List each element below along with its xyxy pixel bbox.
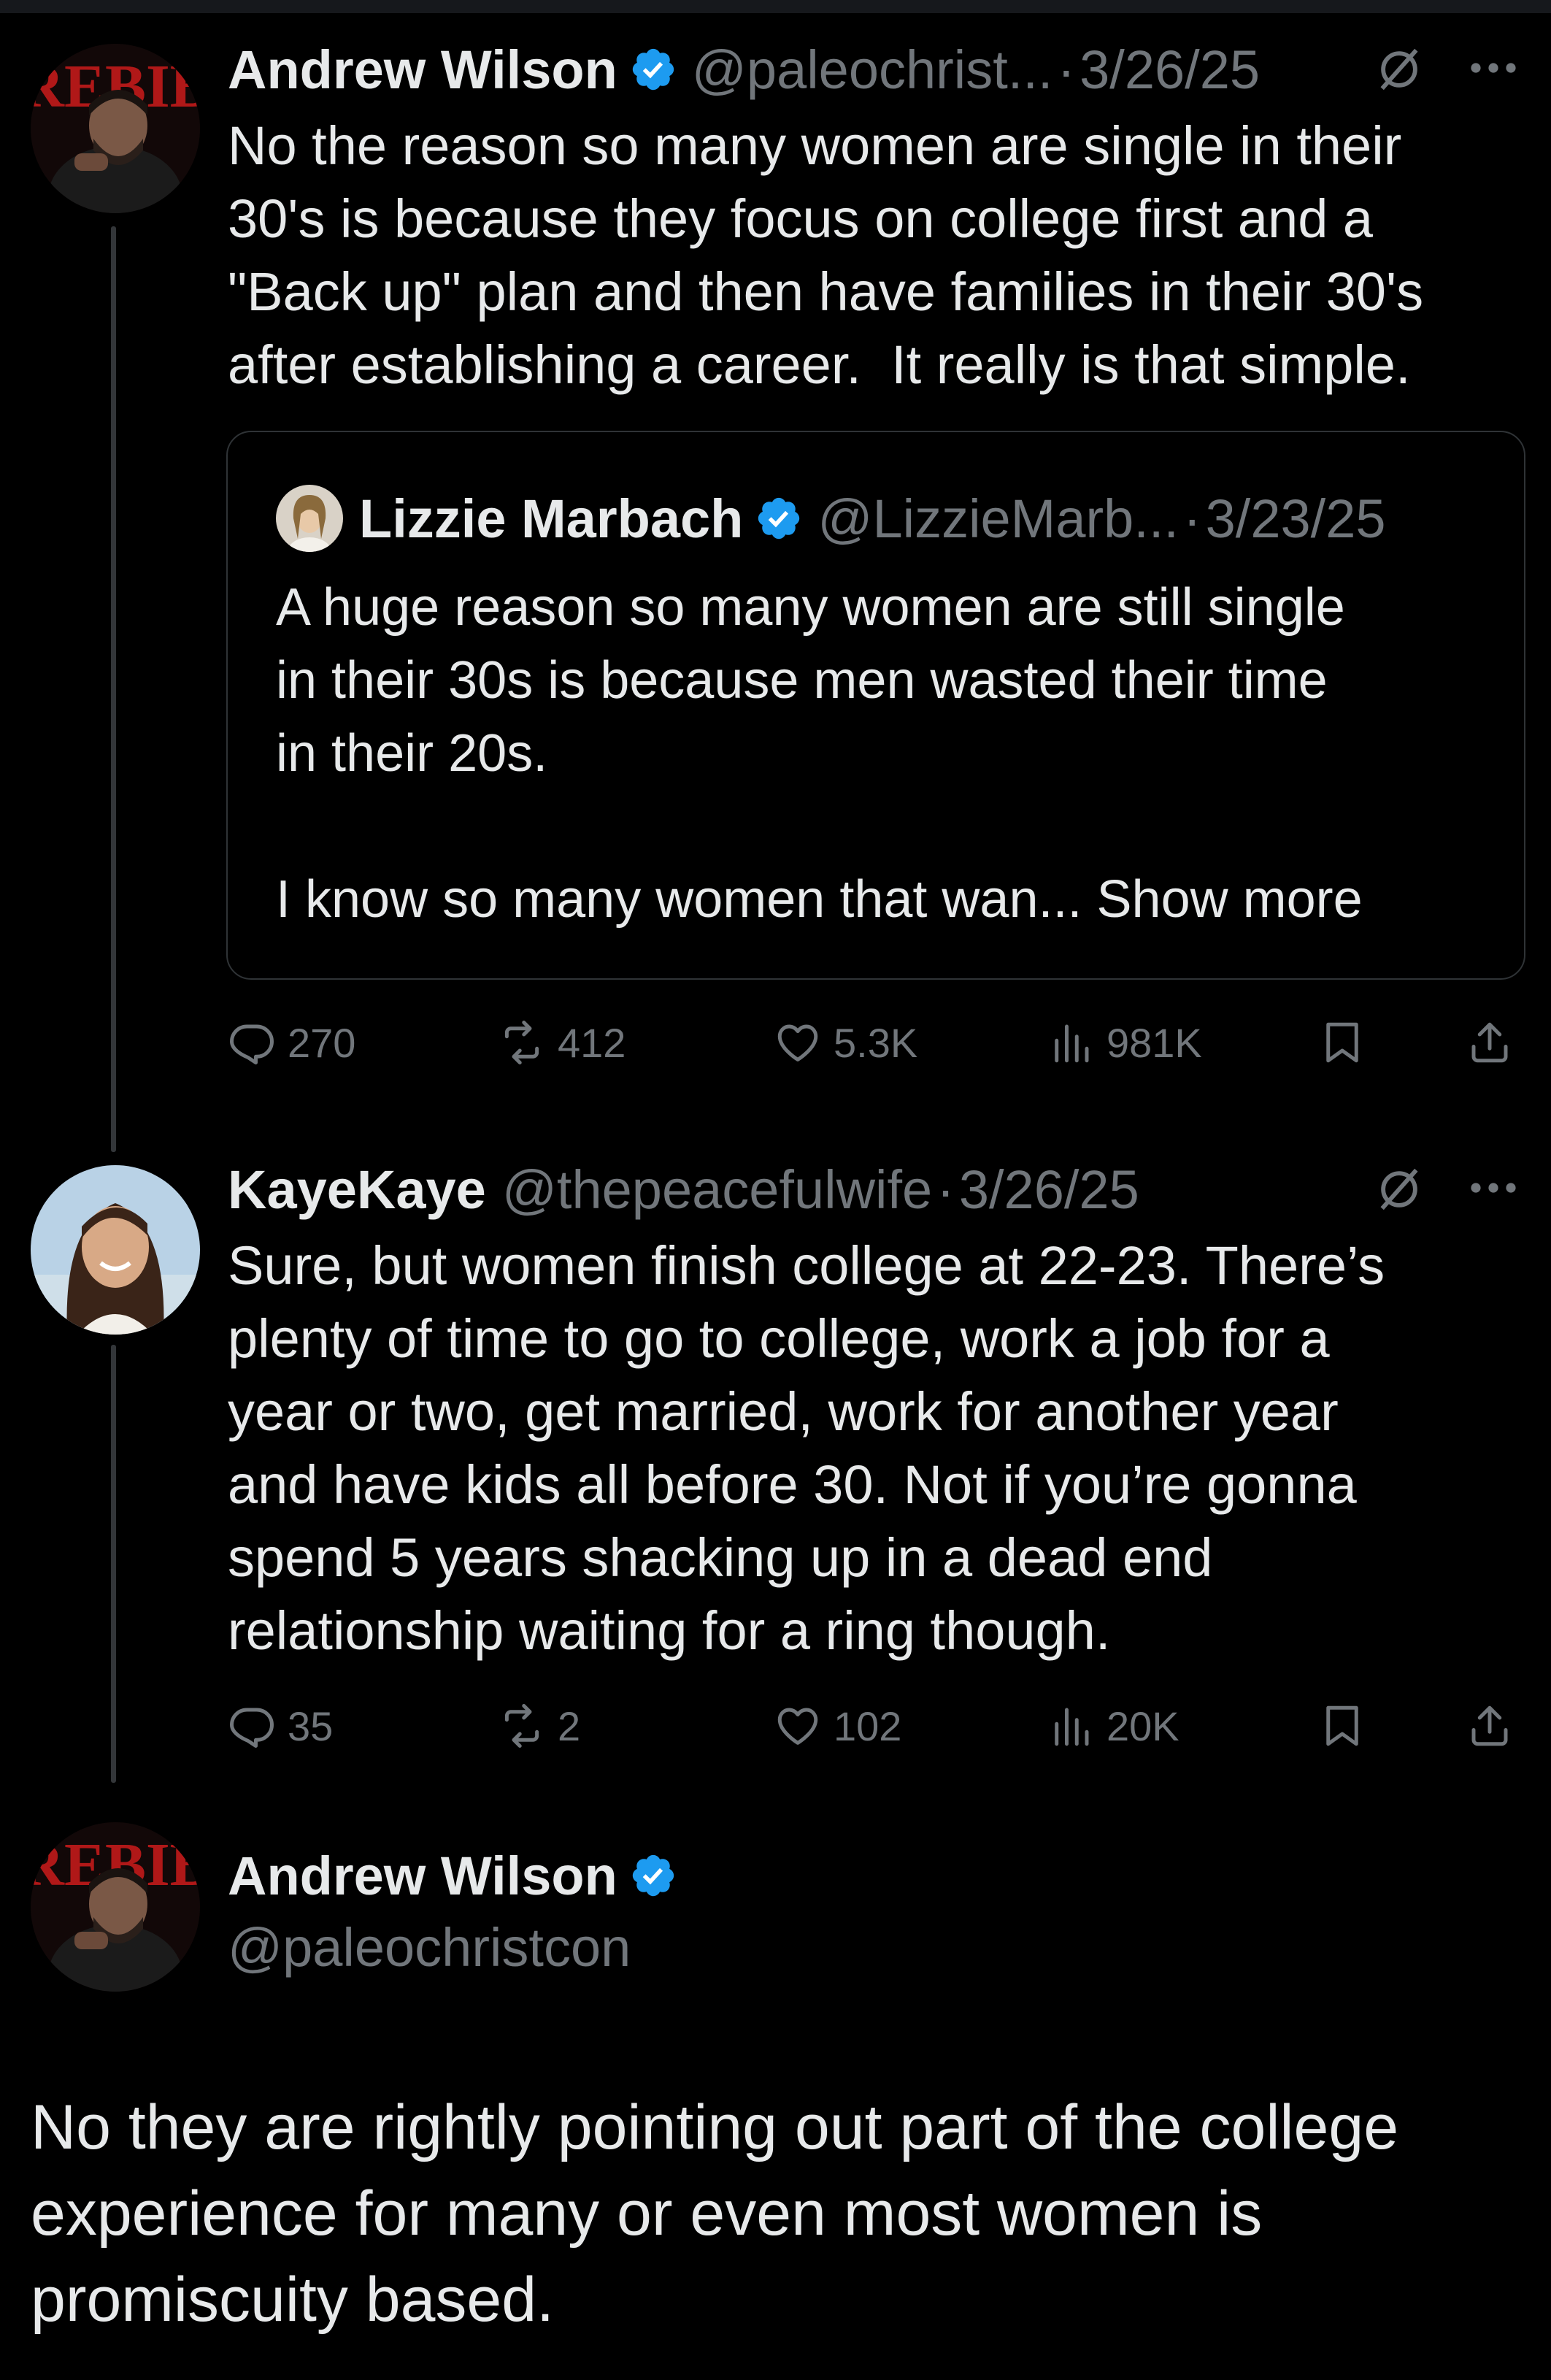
separator-dot: · (936, 1159, 955, 1220)
top-status-strip (0, 0, 1551, 13)
grok-slash-icon[interactable] (1374, 44, 1425, 95)
author-handle[interactable]: @paleochristcon (228, 1916, 631, 1978)
tweet-header: Andrew Wilson @paleochrist... · 3/26/25 (228, 37, 1260, 102)
more-dots-icon[interactable] (1467, 1177, 1520, 1199)
repost-button[interactable]: 412 (498, 1013, 626, 1072)
separator-dot: · (1057, 39, 1076, 100)
like-count: 102 (834, 1703, 902, 1749)
quote-header: Lizzie Marbach @LizzieMarb... · 3/23/25 (276, 485, 1386, 552)
repost-count: 2 (558, 1703, 581, 1749)
heart-icon (777, 1024, 818, 1062)
grok-slash-icon[interactable] (1374, 1164, 1425, 1215)
like-button[interactable]: 5.3K (774, 1013, 917, 1072)
bookmark-button[interactable] (1318, 1013, 1366, 1072)
tweet-actions-bar: 35 2 102 20K (228, 1697, 1527, 1755)
tweet-date[interactable]: 3/26/25 (1079, 39, 1260, 101)
reply-count: 35 (288, 1703, 334, 1749)
bookmark-icon (1326, 1022, 1358, 1063)
tweet-actions-bar: 270 412 5.3K 981K (228, 1013, 1527, 1072)
reply-count: 270 (288, 1019, 356, 1066)
tweet-header: Andrew Wilson (228, 1843, 692, 1908)
share-button[interactable] (1466, 1013, 1514, 1072)
reply-bubble-icon (230, 1024, 274, 1064)
view-count: 981K (1107, 1019, 1202, 1066)
views-bars-icon (1055, 1024, 1089, 1063)
author-name[interactable]: Andrew Wilson (228, 1845, 617, 1907)
heart-icon (777, 1708, 818, 1745)
tweet-text: Sure, but women finish college at 22-23.… (228, 1235, 1385, 1661)
avatar[interactable] (276, 485, 343, 552)
tweet-header: KayeKaye @thepeacefulwife · 3/26/25 (228, 1156, 1139, 1222)
tweet-text: No the reason so many women are single i… (228, 115, 1424, 395)
views-bars-icon (1055, 1708, 1089, 1746)
verified-badge-icon (629, 45, 677, 93)
share-upload-icon (1471, 1705, 1508, 1746)
author-name[interactable]: KayeKaye (228, 1159, 486, 1221)
author-handle[interactable]: @thepeacefulwife (502, 1159, 932, 1221)
repost-arrows-icon (504, 1704, 539, 1748)
tweet-date[interactable]: 3/26/25 (959, 1159, 1139, 1221)
repost-button[interactable]: 2 (498, 1697, 580, 1755)
author-name[interactable]: Andrew Wilson (228, 39, 617, 101)
bookmark-button[interactable] (1318, 1697, 1366, 1755)
share-button[interactable] (1466, 1697, 1514, 1755)
thread-connector-line (111, 226, 116, 1152)
reply-bubble-icon (230, 1708, 274, 1748)
thread-connector-line (111, 1345, 116, 1783)
author-handle-row: @paleochristcon (228, 1914, 631, 1980)
reply-button[interactable]: 35 (228, 1697, 333, 1755)
avatar[interactable]: REBIB (31, 1822, 200, 1992)
repost-count: 412 (558, 1019, 626, 1066)
quoted-tweet-date[interactable]: 3/23/25 (1206, 488, 1386, 550)
reply-button[interactable]: 270 (228, 1013, 355, 1072)
verified-badge-icon (755, 494, 803, 542)
show-more-link[interactable]: Show more (1097, 870, 1363, 929)
views-button[interactable]: 981K (1047, 1013, 1202, 1072)
verified-badge-icon (629, 1851, 677, 1900)
separator-dot: · (1182, 488, 1201, 549)
repost-arrows-icon (504, 1021, 539, 1064)
avatar[interactable]: REBIB (31, 44, 200, 213)
views-button[interactable]: 20K (1047, 1697, 1179, 1755)
quoted-author-name[interactable]: Lizzie Marbach (359, 488, 743, 550)
avatar[interactable] (31, 1165, 200, 1335)
view-count: 20K (1107, 1703, 1179, 1749)
more-dots-icon[interactable] (1467, 57, 1520, 79)
like-count: 5.3K (834, 1019, 918, 1066)
tweet-text: No they are rightly pointing out part of… (31, 2092, 1399, 2335)
like-button[interactable]: 102 (774, 1697, 901, 1755)
author-handle[interactable]: @paleochrist... (692, 39, 1053, 101)
share-upload-icon (1471, 1022, 1508, 1063)
quoted-author-handle[interactable]: @LizzieMarb... (817, 488, 1179, 550)
quoted-tweet-text: A huge reason so many women are still si… (276, 571, 1502, 936)
bookmark-icon (1326, 1705, 1358, 1746)
